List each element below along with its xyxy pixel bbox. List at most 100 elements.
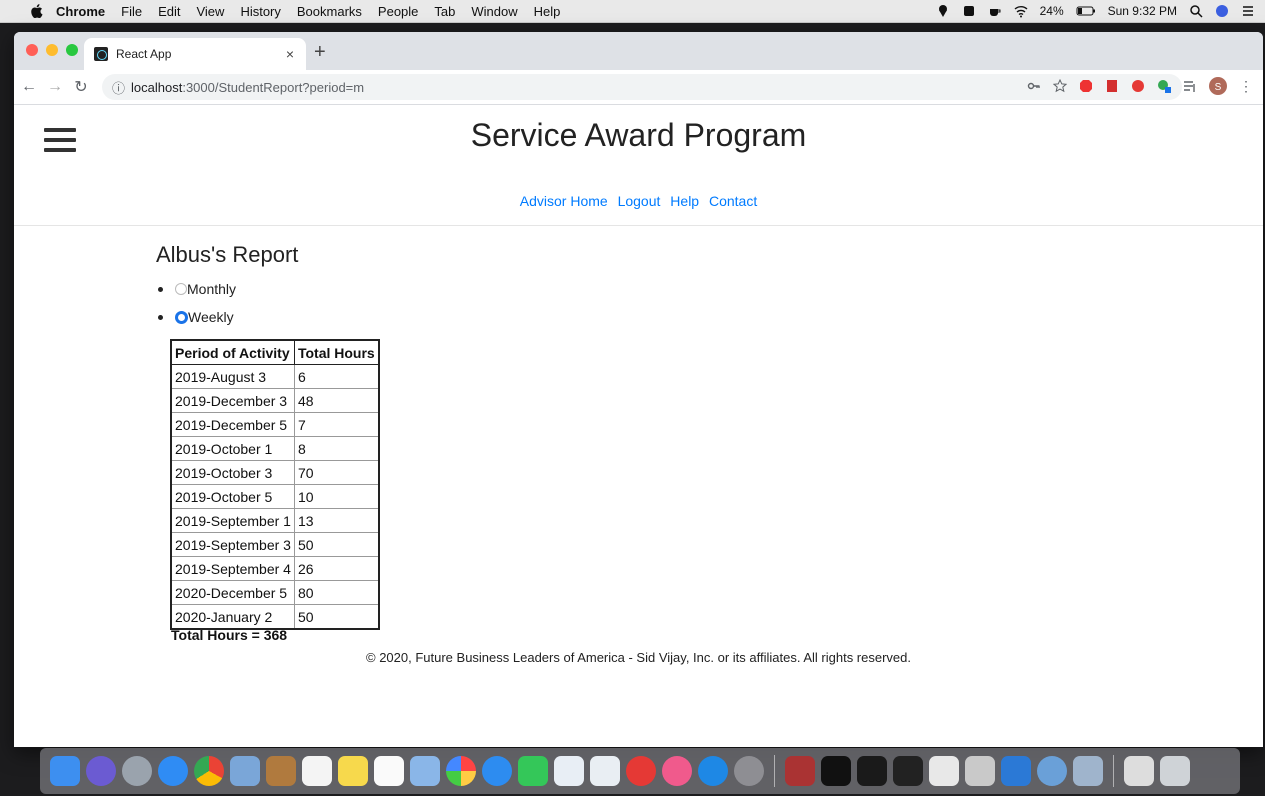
- hours-cell: 70: [293, 460, 380, 485]
- weekly-label[interactable]: Weekly: [188, 309, 234, 325]
- music-icon[interactable]: [662, 756, 692, 786]
- downloads-folder-icon[interactable]: [1124, 756, 1154, 786]
- period-cell: 2019-October 3: [170, 460, 295, 485]
- red-extension-icon[interactable]: [1131, 79, 1145, 93]
- spotlight-search-icon[interactable]: [1189, 4, 1203, 18]
- clock[interactable]: Sun 9:32 PM: [1108, 4, 1177, 18]
- notebook-app-icon[interactable]: [266, 756, 296, 786]
- menu-app-name[interactable]: Chrome: [56, 4, 105, 19]
- menu-bookmarks[interactable]: Bookmarks: [297, 4, 362, 19]
- hours-cell: 13: [293, 508, 380, 533]
- tab-close-icon[interactable]: ×: [286, 46, 294, 62]
- messages-icon[interactable]: [482, 756, 512, 786]
- column-header-period: Period of Activity: [170, 339, 295, 365]
- green-extension-icon[interactable]: [1157, 79, 1171, 93]
- calendar-icon[interactable]: [302, 756, 332, 786]
- notes-icon[interactable]: [338, 756, 368, 786]
- column-header-hours: Total Hours: [293, 339, 380, 365]
- textedit-icon[interactable]: [554, 756, 584, 786]
- reload-icon[interactable]: ↻: [70, 77, 92, 97]
- notification-center-icon[interactable]: [1241, 4, 1255, 18]
- vscode-icon[interactable]: [1001, 756, 1031, 786]
- adblock-extension-icon[interactable]: [1079, 79, 1093, 93]
- menu-history[interactable]: History: [240, 4, 280, 19]
- finder-icon[interactable]: [50, 756, 80, 786]
- tab-title: React App: [116, 47, 172, 61]
- table-row: 2019-December 3 48: [170, 388, 380, 413]
- browser-window: React App × + ← → ↻ ⓘ localhost:3000/Stu…: [14, 32, 1263, 747]
- period-cell: 2019-October 5: [170, 484, 295, 509]
- bookmark-extension-icon[interactable]: [1105, 79, 1119, 93]
- monthly-radio[interactable]: [175, 283, 187, 295]
- terminal-icon[interactable]: [821, 756, 851, 786]
- image-capture-icon[interactable]: [1073, 756, 1103, 786]
- reminders-icon[interactable]: [374, 756, 404, 786]
- key-icon[interactable]: [1027, 79, 1041, 93]
- wifi-icon[interactable]: [1014, 4, 1028, 18]
- facetime-icon[interactable]: [518, 756, 548, 786]
- info-icon[interactable]: ⓘ: [112, 78, 125, 97]
- keychain-icon[interactable]: [965, 756, 995, 786]
- table-row: 2020-January 2 50: [170, 604, 380, 630]
- launchpad-icon[interactable]: [122, 756, 152, 786]
- profile-avatar[interactable]: S: [1209, 77, 1227, 95]
- battery-icon[interactable]: [1076, 4, 1096, 18]
- bookmark-star-icon[interactable]: [1053, 79, 1067, 93]
- siri-dock-icon[interactable]: [86, 756, 116, 786]
- dictionary-icon[interactable]: [785, 756, 815, 786]
- nav-advisor-home[interactable]: Advisor Home: [520, 193, 608, 209]
- period-option-weekly[interactable]: Weekly: [156, 303, 236, 331]
- list-bullet: [158, 314, 163, 320]
- period-cell: 2019-December 5: [170, 412, 295, 437]
- kebab-menu-icon[interactable]: ⋮: [1239, 78, 1253, 95]
- cup-icon[interactable]: [988, 4, 1002, 18]
- address-bar[interactable]: ⓘ localhost:3000/StudentReport?period=m: [102, 74, 1182, 100]
- menu-people[interactable]: People: [378, 4, 418, 19]
- intellij-icon[interactable]: [857, 756, 887, 786]
- nav-logout[interactable]: Logout: [618, 193, 661, 209]
- photo-app-icon[interactable]: [230, 756, 260, 786]
- menu-file[interactable]: File: [121, 4, 142, 19]
- period-option-monthly[interactable]: Monthly: [156, 275, 236, 303]
- chrome-icon[interactable]: [194, 756, 224, 786]
- battery-percent: 24%: [1039, 4, 1064, 18]
- safari-icon[interactable]: [158, 756, 188, 786]
- back-arrow-icon[interactable]: ←: [18, 78, 40, 96]
- close-window-button[interactable]: [26, 44, 38, 56]
- browser-tab[interactable]: React App ×: [84, 38, 306, 70]
- table-header-row: Period of Activity Total Hours: [170, 339, 380, 365]
- media-queue-icon[interactable]: [1183, 79, 1197, 93]
- weekly-radio[interactable]: [175, 310, 188, 324]
- url-path: :3000/StudentReport?period=m: [182, 79, 365, 95]
- minimize-window-button[interactable]: [46, 44, 58, 56]
- monthly-label[interactable]: Monthly: [187, 281, 236, 297]
- app-status-icon[interactable]: [962, 4, 976, 18]
- menu-edit[interactable]: Edit: [158, 4, 180, 19]
- trash-icon[interactable]: [1160, 756, 1190, 786]
- siri-icon[interactable]: [1215, 4, 1229, 18]
- numbers-icon[interactable]: [590, 756, 620, 786]
- news-icon[interactable]: [626, 756, 656, 786]
- activity-monitor-icon[interactable]: [893, 756, 923, 786]
- app-store-icon[interactable]: [698, 756, 728, 786]
- tab-strip: React App × +: [14, 32, 1263, 70]
- forward-arrow-icon[interactable]: →: [44, 78, 66, 96]
- new-tab-button[interactable]: +: [314, 41, 326, 64]
- menu-window[interactable]: Window: [471, 4, 517, 19]
- browser-toolbar: ← → ↻ ⓘ localhost:3000/StudentReport?per…: [14, 70, 1263, 105]
- preview-icon[interactable]: [410, 756, 440, 786]
- nav-help[interactable]: Help: [670, 193, 699, 209]
- nav-contact[interactable]: Contact: [709, 193, 757, 209]
- system-preferences-icon[interactable]: [734, 756, 764, 786]
- menu-view[interactable]: View: [196, 4, 224, 19]
- menu-tab[interactable]: Tab: [434, 4, 455, 19]
- script-editor-icon[interactable]: [929, 756, 959, 786]
- photos-icon[interactable]: [446, 756, 476, 786]
- menu-help[interactable]: Help: [534, 4, 561, 19]
- zoom-window-button[interactable]: [66, 44, 78, 56]
- hours-cell: 8: [293, 436, 380, 461]
- macos-menu-bar: Chrome File Edit View History Bookmarks …: [0, 0, 1265, 23]
- quicktime-icon[interactable]: [1037, 756, 1067, 786]
- location-icon[interactable]: [936, 4, 950, 18]
- apple-icon[interactable]: [28, 4, 46, 18]
